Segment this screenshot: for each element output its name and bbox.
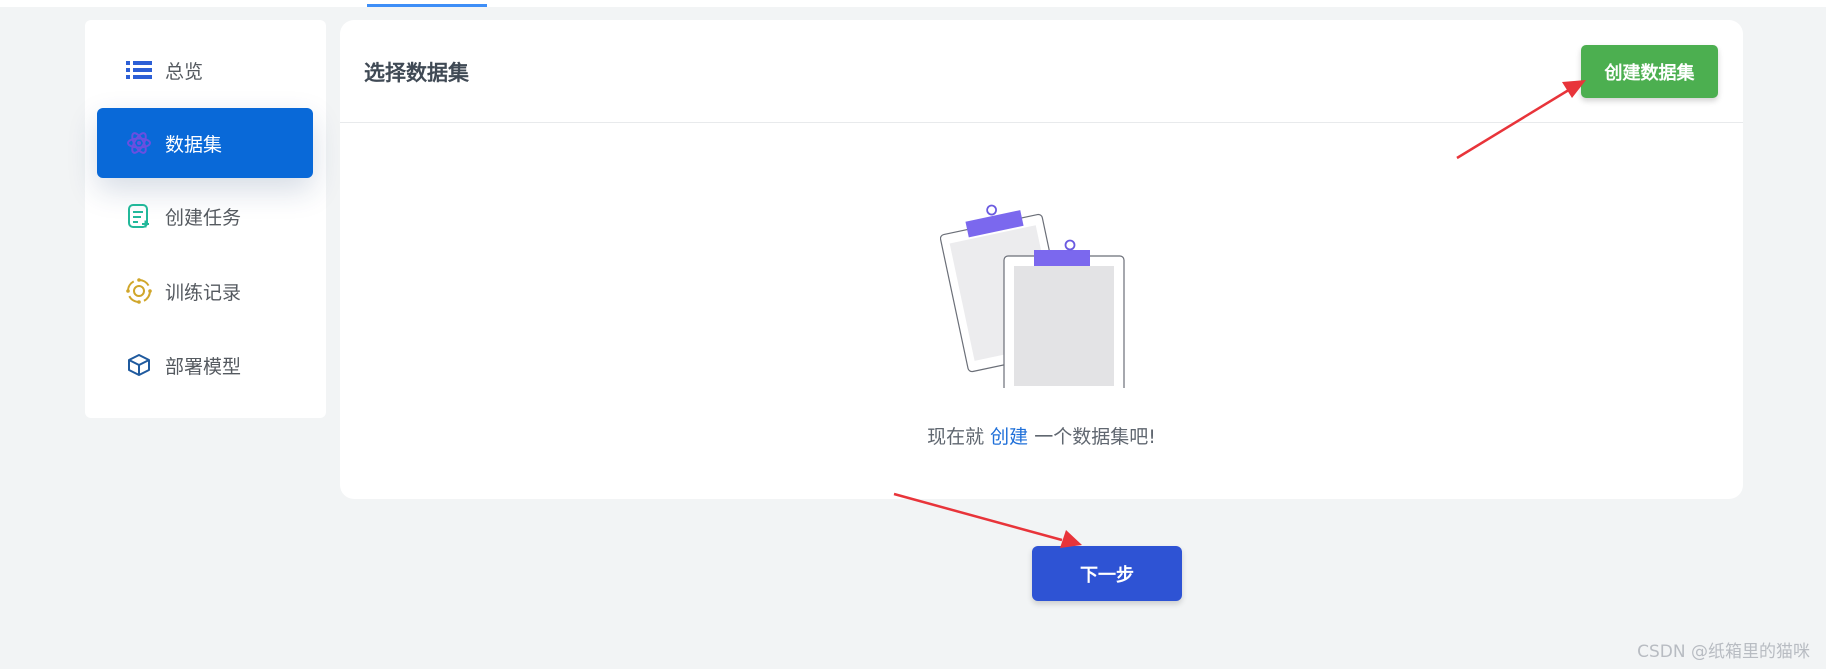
next-step-button[interactable]: 下一步 xyxy=(1032,546,1182,601)
empty-state-text: 现在就 创建 一个数据集吧! xyxy=(340,422,1743,449)
sidebar-item-label: 创建任务 xyxy=(165,206,242,229)
watermark: CSDN @纸箱里的猫咪 xyxy=(1637,642,1810,662)
create-dataset-link[interactable]: 创建 xyxy=(990,426,1028,448)
sidebar-item-label: 训练记录 xyxy=(165,281,242,304)
empty-state-prefix: 现在就 xyxy=(927,426,991,448)
sidebar-item-deploy-model[interactable]: 部署模型 xyxy=(97,330,313,400)
training-record-icon xyxy=(125,277,153,305)
list-icon xyxy=(125,56,153,84)
top-tab-indicator xyxy=(367,4,487,7)
task-create-icon xyxy=(125,202,153,230)
sidebar-item-training-records[interactable]: 训练记录 xyxy=(97,256,313,326)
top-strip xyxy=(0,0,1826,7)
sidebar-item-label: 总览 xyxy=(165,60,204,83)
sidebar-item-dataset[interactable]: 数据集 xyxy=(97,108,313,178)
dataset-icon xyxy=(125,129,153,157)
empty-clipboard-illustration xyxy=(939,188,1140,399)
dataset-select-card: 选择数据集 创建数据集 现在就 创建 一个数据集吧! xyxy=(340,20,1743,499)
sidebar-item-label: 部署模型 xyxy=(165,355,242,378)
cube-icon xyxy=(125,351,153,379)
card-header: 选择数据集 创建数据集 xyxy=(340,20,1743,123)
sidebar: 总览 数据集 创建任务 训练记录 部署模型 xyxy=(85,20,326,418)
page-title: 选择数据集 xyxy=(364,61,469,85)
create-dataset-button[interactable]: 创建数据集 xyxy=(1581,45,1718,98)
arrow-to-next-button xyxy=(893,492,1082,548)
sidebar-item-overview[interactable]: 总览 xyxy=(97,35,313,105)
sidebar-item-create-task[interactable]: 创建任务 xyxy=(97,181,313,251)
sidebar-item-label: 数据集 xyxy=(165,133,223,156)
empty-state-suffix: 一个数据集吧! xyxy=(1028,426,1156,448)
